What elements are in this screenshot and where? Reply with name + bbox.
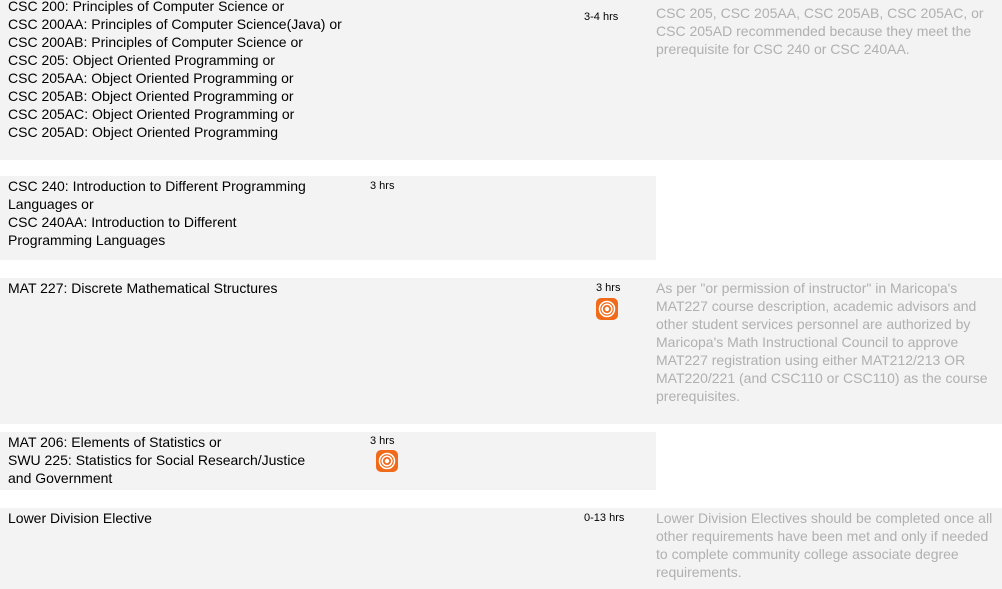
requirement-note: Lower Division Electives should be compl… bbox=[656, 510, 993, 580]
course-option: MAT 227: Discrete Mathematical Structure… bbox=[8, 280, 278, 296]
credit-hours: 3-4 hrs bbox=[584, 11, 619, 23]
requirement-note: CSC 205, CSC 205AA, CSC 205AB, CSC 205AC… bbox=[656, 5, 984, 57]
course-list: MAT 206: Elements of Statistics or SWU 2… bbox=[8, 433, 308, 487]
requirements-table: CSC 200: Principles of Computer Science … bbox=[0, 0, 1002, 589]
course-option: Lower Division Elective bbox=[8, 510, 152, 526]
course-option: CSC 205AB: Object Oriented Programming o… bbox=[8, 88, 294, 104]
course-option: CSC 240AA: Introduction to Different Pro… bbox=[8, 214, 237, 248]
requirement-row-csc-200: CSC 200: Principles of Computer Science … bbox=[0, 0, 1002, 160]
course-option: CSC 205: Object Oriented Programming or bbox=[8, 52, 275, 68]
requirement-row-csc-240: CSC 240: Introduction to Different Progr… bbox=[0, 176, 1002, 260]
course-option: MAT 206: Elements of Statistics or bbox=[8, 434, 222, 450]
credit-hours: 3 hrs bbox=[370, 180, 395, 192]
course-option: CSC 205AC: Object Oriented Programming o… bbox=[8, 106, 295, 122]
course-list: MAT 227: Discrete Mathematical Structure… bbox=[8, 279, 277, 297]
course-option: CSC 205AA: Object Oriented Programming o… bbox=[8, 70, 294, 86]
course-list: CSC 240: Introduction to Different Progr… bbox=[8, 177, 308, 249]
course-option: SWU 225: Statistics for Social Research/… bbox=[8, 452, 306, 486]
credit-hours: 0-13 hrs bbox=[584, 512, 625, 524]
course-option: CSC 200: Principles of Computer Science … bbox=[8, 0, 285, 14]
course-list: CSC 200: Principles of Computer Science … bbox=[8, 0, 342, 141]
course-option: CSC 240: Introduction to Different Progr… bbox=[8, 178, 306, 212]
requirement-note: As per "or permission of instructor" in … bbox=[656, 280, 988, 404]
orange-circle-badge-icon[interactable] bbox=[376, 450, 398, 472]
credit-hours: 3 hrs bbox=[596, 282, 621, 294]
course-option: CSC 200AB: Principles of Computer Scienc… bbox=[8, 34, 303, 50]
requirement-row-lower-division-elective: Lower Division Elective 0-13 hrs Lower D… bbox=[0, 508, 1002, 589]
course-list: Lower Division Elective bbox=[8, 509, 152, 527]
course-option: CSC 200AA: Principles of Computer Scienc… bbox=[8, 16, 342, 32]
orange-circle-badge-icon[interactable] bbox=[596, 298, 618, 320]
requirement-row-mat-206: MAT 206: Elements of Statistics or SWU 2… bbox=[0, 432, 1002, 490]
requirement-row-mat-227: MAT 227: Discrete Mathematical Structure… bbox=[0, 278, 1002, 424]
course-option: CSC 205AD: Object Oriented Programming bbox=[8, 124, 278, 140]
credit-hours: 3 hrs bbox=[370, 435, 395, 447]
